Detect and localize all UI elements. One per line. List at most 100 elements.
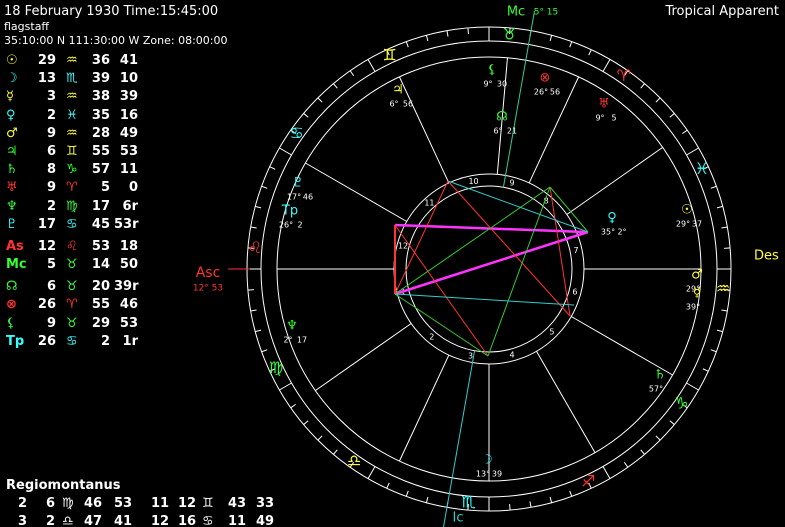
degree-tick [367, 466, 376, 479]
degree-tick [269, 166, 276, 170]
aspect-line [394, 230, 589, 296]
house-number-label: 3 [468, 352, 473, 361]
house-cusp-line [536, 351, 596, 453]
degree-tick [640, 449, 645, 455]
house-cusp-line [305, 162, 407, 222]
wheel-planet-degree: 57° [649, 385, 663, 394]
degree-tick [247, 289, 254, 291]
degree-tick [702, 368, 709, 372]
wheel-planet-minutes: 17 [297, 336, 307, 345]
degree-tick [255, 329, 262, 333]
degree-tick [721, 309, 728, 312]
aspect-line [394, 186, 551, 295]
degree-tick [405, 490, 409, 497]
aspect-line [447, 180, 571, 317]
degree-tick [686, 147, 699, 156]
wheel-planet-minutes: 39 [492, 470, 502, 479]
ic-label: Ic [453, 511, 464, 526]
wheel-planet-degree: 35° [601, 228, 615, 237]
wheel-planet-icon: ⚸ [487, 63, 497, 78]
house-number-label: 5 [549, 327, 554, 336]
house-number-label: 7 [574, 246, 579, 255]
wheel-planet-minutes: 2° [617, 228, 626, 237]
degree-tick [333, 83, 338, 89]
degree-tick [623, 462, 629, 468]
house-number-label: 6 [572, 288, 577, 297]
degree-tick [446, 30, 449, 37]
house-number-label: 2 [429, 333, 434, 342]
degree-tick [569, 41, 573, 48]
wheel-planet-icon: ♄ [654, 368, 666, 383]
wheel-planet-minutes: 37 [692, 220, 702, 229]
wheel-planet-minutes: 30 [497, 80, 507, 89]
wheel-planet-icon: ♅ [598, 97, 610, 112]
degree-tick [669, 113, 675, 118]
natal-chart-wheel: 123456789101112♉♈♓♒♑♐♏♎♍♌♋♊Asc12° 53DesM… [193, 5, 779, 527]
wheel-planet-degree: 9° [595, 114, 604, 123]
wheel-planet-minutes: 56 [403, 100, 413, 109]
zodiac-sign-icon: ♈ [617, 66, 631, 85]
degree-tick [261, 185, 268, 189]
degree-tick [261, 349, 268, 353]
degree-tick [290, 403, 296, 409]
degree-tick [386, 482, 390, 489]
degree-tick [716, 329, 723, 333]
wheel-planet-degree: 29° [676, 220, 690, 229]
degree-tick [303, 113, 309, 118]
aspect-line [394, 293, 575, 306]
degree-tick [255, 205, 262, 209]
degree-tick [669, 420, 675, 425]
zodiac-sign-icon: ♒ [716, 279, 730, 298]
des-label: Des [754, 249, 779, 264]
wheel-planet-icon: ☉ [681, 203, 693, 218]
wheel-planet-icon: ☿ [693, 286, 701, 301]
wheel-planet-icon: Tp [281, 204, 298, 219]
wheel-planet-degree: 9° [483, 80, 492, 89]
zodiac-sign-icon: ♌ [248, 238, 262, 257]
wheel-planet-icon: ☽ [481, 453, 493, 468]
degree-tick [655, 97, 661, 103]
wheel-planet-minutes: 21 [507, 127, 517, 136]
wheel-planet-minutes: 46 [303, 193, 313, 202]
house-number-label: 4 [509, 350, 514, 359]
zodiac-sign-icon: ♏ [461, 493, 475, 512]
wheel-planet-minutes: 56 [550, 88, 560, 97]
degree-tick [655, 435, 661, 441]
degree-tick [250, 226, 257, 229]
degree-tick [686, 382, 699, 391]
wheel-planet-degree: 17° [287, 193, 301, 202]
degree-tick [509, 504, 511, 511]
house-number-label: 9 [509, 179, 514, 188]
degree-tick [602, 466, 611, 479]
chart-window: 18 February 1930 Time:15:45:00 flagstaff… [0, 0, 785, 527]
house-number-label: 10 [468, 177, 478, 186]
wheel-planet-degree: 26° [534, 88, 548, 97]
wheel-planet-icon: ♃ [392, 83, 404, 98]
asc-label: Asc [196, 265, 221, 281]
degree-tick [349, 70, 355, 76]
degree-tick [425, 496, 429, 503]
degree-tick [549, 496, 553, 503]
house-number-label: 11 [424, 198, 434, 207]
wheel-planet-minutes: 5 [611, 114, 616, 123]
degree-tick [640, 83, 645, 89]
zodiac-sign-icon: ♎ [347, 451, 361, 470]
wheel-planet-degree: 26° [279, 221, 293, 230]
degree-tick [425, 35, 429, 42]
zodiac-sign-icon: ♋ [289, 124, 303, 143]
asc-degree-label: 12° 53 [193, 284, 223, 294]
wheel-planet-icon: ♇ [292, 176, 304, 191]
zodiac-sign-icon: ♐ [581, 471, 595, 490]
degree-tick [317, 97, 323, 103]
house-cusp-line [315, 323, 412, 392]
house-cusp-line [566, 146, 663, 215]
zodiac-sign-icon: ♑ [674, 393, 688, 412]
degree-tick [569, 490, 573, 497]
wheel-planet-degree: 6° [389, 100, 398, 109]
zodiac-sign-icon: ♓ [695, 159, 709, 178]
wheel-planet-icon: ⊗ [540, 71, 551, 86]
house-number-label: 12 [398, 241, 408, 250]
wheel-planet-icon: ♂ [691, 268, 703, 283]
degree-tick [405, 41, 409, 48]
degree-tick [279, 147, 292, 156]
